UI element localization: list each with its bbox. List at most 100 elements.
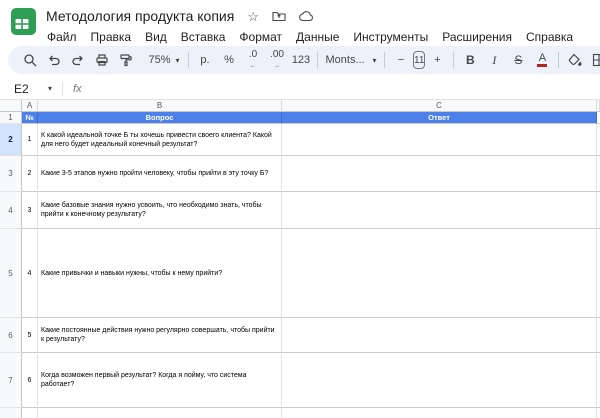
toolbar-separator (384, 52, 385, 68)
currency-format-button[interactable]: р. (194, 49, 216, 71)
google-sheets-app: Методология продукта копия ☆ Файл Правка (0, 0, 600, 418)
row-header-6[interactable]: 6 (0, 318, 22, 353)
cell-a8[interactable] (22, 408, 38, 418)
toolbar: 75% ▾ р. % .0← .00→ 123 Monts... ▾ − 11 … (8, 46, 600, 74)
cell-c4[interactable] (282, 192, 597, 229)
column-header-band: A B C (0, 100, 600, 112)
toolbar-separator (188, 52, 189, 68)
row-header-2[interactable]: 2 (0, 124, 22, 156)
fx-label: fx (73, 83, 82, 95)
cell-a4[interactable]: 3 (22, 192, 38, 229)
cell-b7[interactable]: Когда возможен первый результат? Когда я… (38, 353, 282, 408)
name-box[interactable]: E2 (14, 82, 48, 96)
question-text: Какие привычки и навыки нужны, чтобы к н… (41, 269, 222, 278)
increase-font-size-button[interactable]: + (426, 49, 448, 71)
strikethrough-button[interactable]: S (507, 49, 529, 71)
question-text: Какие базовые знания нужно усвоить, что … (41, 201, 278, 219)
italic-button[interactable]: I (483, 49, 505, 71)
cell-c8[interactable] (282, 408, 597, 418)
cloud-status-icon[interactable] (299, 11, 314, 22)
cell-c6[interactable] (282, 318, 597, 353)
cell-b6[interactable]: Какие постоянные действия нужно регулярн… (38, 318, 282, 353)
cell-c2[interactable] (282, 124, 597, 156)
question-text: Когда возможен первый результат? Когда я… (41, 371, 278, 389)
borders-icon[interactable] (588, 49, 600, 71)
titlebar: Методология продукта копия ☆ Файл Правка (0, 0, 600, 44)
chevron-down-icon: ▾ (372, 56, 376, 65)
table-header-row: 1 № Вопрос Ответ (0, 112, 600, 124)
cell-a1[interactable]: № (22, 112, 38, 124)
move-to-folder-icon[interactable] (272, 10, 286, 22)
table-row: 2 1 К какой идеальной точке Б ты хочешь … (0, 124, 600, 156)
formula-bar-separator (62, 82, 63, 96)
cell-b8[interactable] (38, 408, 282, 418)
table-row: 6 5 Какие постоянные действия нужно регу… (0, 318, 600, 353)
chevron-down-icon: ▾ (176, 56, 180, 65)
column-header-c[interactable]: C (282, 100, 597, 112)
menu-format[interactable]: Формат (232, 29, 289, 45)
row-header-5[interactable]: 5 (0, 229, 22, 318)
menu-file[interactable]: Файл (46, 29, 84, 45)
cell-b2[interactable]: К какой идеальной точке Б ты хочешь прив… (38, 124, 282, 156)
toolbar-separator (317, 52, 318, 68)
menu-bar: Файл Правка Вид Вставка Формат Данные Ин… (46, 29, 580, 45)
table-row-partial (0, 408, 600, 418)
question-text: К какой идеальной точке Б ты хочешь прив… (41, 131, 278, 149)
increase-decimal-button[interactable]: .00→ (266, 49, 288, 71)
cell-c7[interactable] (282, 353, 597, 408)
select-all-corner[interactable] (0, 100, 22, 112)
cell-c1[interactable]: Ответ (282, 112, 597, 124)
cell-c3[interactable] (282, 156, 597, 192)
text-color-button[interactable]: A (531, 49, 553, 71)
decrease-decimal-button[interactable]: .0← (242, 49, 264, 71)
zoom-select[interactable]: 75% ▾ (139, 49, 183, 71)
cell-b1[interactable]: Вопрос (38, 112, 282, 124)
cell-b3[interactable]: Какие 3-5 этапов нужно пройти человеку, … (38, 156, 282, 192)
menu-view[interactable]: Вид (138, 29, 174, 45)
menu-edit[interactable]: Правка (84, 29, 139, 45)
cell-a5[interactable]: 4 (22, 229, 38, 318)
cell-b4[interactable]: Какие базовые знания нужно усвоить, что … (38, 192, 282, 229)
table-row: 5 4 Какие привычки и навыки нужны, чтобы… (0, 229, 600, 318)
cell-c5[interactable] (282, 229, 597, 318)
formula-bar: E2 ▾ fx (0, 78, 600, 100)
cell-a2[interactable]: 1 (22, 124, 38, 156)
titlebar-right: Методология продукта копия ☆ Файл Правка (46, 6, 580, 45)
row-header-4[interactable]: 4 (0, 192, 22, 229)
undo-icon[interactable] (43, 49, 65, 71)
font-size-input[interactable]: 11 (413, 51, 425, 69)
decrease-font-size-button[interactable]: − (390, 49, 412, 71)
column-header-a[interactable]: A (22, 100, 38, 112)
question-text: Какие 3-5 этапов нужно пройти человеку, … (41, 169, 268, 178)
menu-extensions[interactable]: Расширения (435, 29, 519, 45)
menu-tools[interactable]: Инструменты (346, 29, 435, 45)
name-box-chevron-icon[interactable]: ▾ (48, 84, 52, 93)
bold-button[interactable]: B (459, 49, 481, 71)
toolbar-separator (558, 52, 559, 68)
cell-b5[interactable]: Какие привычки и навыки нужны, чтобы к н… (38, 229, 282, 318)
fill-color-icon[interactable] (564, 49, 586, 71)
menu-data[interactable]: Данные (289, 29, 346, 45)
row-header-3[interactable]: 3 (0, 156, 22, 192)
search-icon[interactable] (19, 49, 41, 71)
column-header-b[interactable]: B (38, 100, 282, 112)
percent-format-button[interactable]: % (218, 49, 240, 71)
redo-icon[interactable] (67, 49, 89, 71)
number-format-button[interactable]: 123 (290, 49, 312, 71)
toolbar-strip: 75% ▾ р. % .0← .00→ 123 Monts... ▾ − 11 … (0, 44, 600, 78)
sheets-logo-icon[interactable] (10, 8, 37, 35)
star-icon[interactable]: ☆ (247, 10, 259, 23)
menu-help[interactable]: Справка (519, 29, 580, 45)
menu-insert[interactable]: Вставка (174, 29, 233, 45)
table-row: 3 2 Какие 3-5 этапов нужно пройти челове… (0, 156, 600, 192)
cell-a7[interactable]: 6 (22, 353, 38, 408)
row-header-1[interactable]: 1 (0, 112, 22, 124)
row-header-7[interactable]: 7 (0, 353, 22, 408)
print-icon[interactable] (91, 49, 113, 71)
font-select[interactable]: Monts... ▾ (323, 49, 379, 71)
cell-a6[interactable]: 5 (22, 318, 38, 353)
paint-format-icon[interactable] (115, 49, 137, 71)
document-title[interactable]: Методология продукта копия (46, 8, 234, 24)
cell-a3[interactable]: 2 (22, 156, 38, 192)
row-header-8[interactable] (0, 408, 22, 418)
